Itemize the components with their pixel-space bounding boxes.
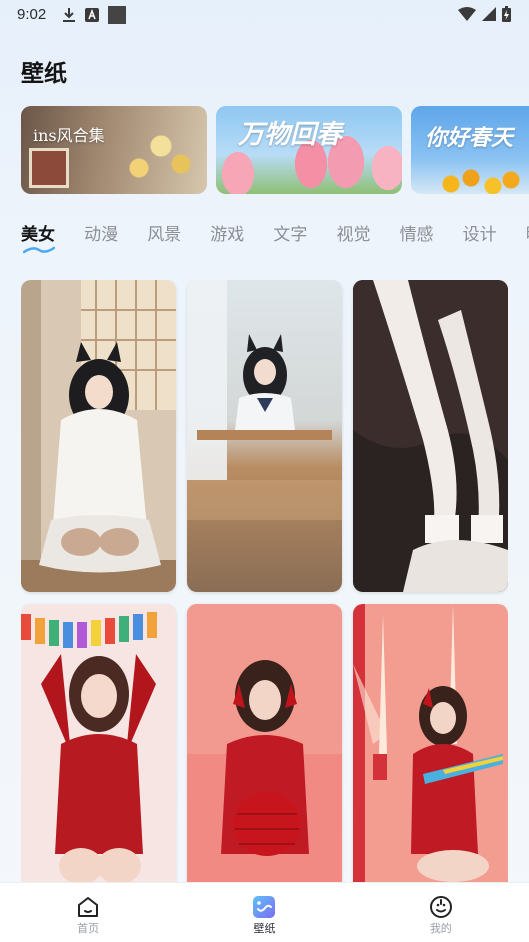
banner-decoration	[29, 148, 69, 188]
wallpaper-thumbnail	[353, 604, 508, 882]
bottom-nav: 首页 壁纸 我的	[0, 882, 529, 942]
square-icon	[108, 6, 126, 24]
wallpaper-card[interactable]	[21, 280, 176, 592]
banner-spring-revival[interactable]: 万物回春	[216, 106, 402, 194]
nav-label: 壁纸	[253, 922, 276, 935]
category-tabs: 美女 动漫 风景 游戏 文字 视觉 情感 设计 明星	[21, 222, 529, 262]
wallpaper-card[interactable]	[187, 280, 342, 592]
battery-icon	[502, 6, 511, 22]
wallpaper-thumbnail	[21, 280, 176, 592]
banner-label: 你好春天	[425, 126, 514, 151]
page-title: 壁纸	[21, 61, 67, 87]
nav-label: 首页	[77, 922, 100, 935]
tab-label: 美女	[21, 225, 55, 245]
tab-design[interactable]: 设计	[463, 222, 497, 252]
wallpaper-card[interactable]	[21, 604, 176, 882]
wifi-icon	[458, 7, 476, 21]
nav-profile[interactable]: 我的	[353, 883, 529, 942]
tab-scenery[interactable]: 风景	[147, 222, 181, 252]
font-icon	[85, 8, 99, 22]
tab-anime[interactable]: 动漫	[84, 222, 118, 252]
tab-emotion[interactable]: 情感	[400, 222, 434, 252]
signal-icon	[482, 7, 496, 21]
tab-beauty[interactable]: 美女	[21, 222, 55, 254]
wallpaper-card[interactable]	[353, 604, 508, 882]
wallpaper-card[interactable]	[187, 604, 342, 882]
nav-wallpaper[interactable]: 壁纸	[176, 883, 352, 942]
banner-carousel[interactable]: ins风合集 万物回春 你好春天	[21, 106, 529, 194]
banner-hello-spring[interactable]: 你好春天	[411, 106, 529, 194]
wallpaper-thumbnail	[187, 604, 342, 882]
status-time: 9:02	[17, 6, 47, 23]
tab-active-indicator	[23, 246, 55, 254]
tab-text[interactable]: 文字	[273, 222, 307, 252]
banner-label: 万物回春	[238, 120, 343, 150]
download-icon	[63, 8, 75, 22]
wallpaper-thumbnail	[187, 280, 342, 592]
wallpaper-card[interactable]	[353, 280, 508, 592]
home-icon	[78, 897, 99, 917]
nav-label: 我的	[429, 922, 452, 935]
profile-icon	[429, 896, 452, 918]
banner-ins-collection[interactable]: ins风合集	[21, 106, 207, 194]
nav-home[interactable]: 首页	[0, 883, 176, 942]
wallpaper-thumbnail	[21, 604, 176, 882]
wallpaper-icon	[253, 896, 276, 918]
tab-games[interactable]: 游戏	[210, 222, 244, 252]
tab-visual[interactable]: 视觉	[336, 222, 370, 252]
banner-label: ins风合集	[33, 126, 105, 145]
status-bar: 9:02	[0, 0, 529, 32]
wallpaper-thumbnail	[353, 280, 508, 592]
wallpaper-grid	[21, 280, 508, 882]
